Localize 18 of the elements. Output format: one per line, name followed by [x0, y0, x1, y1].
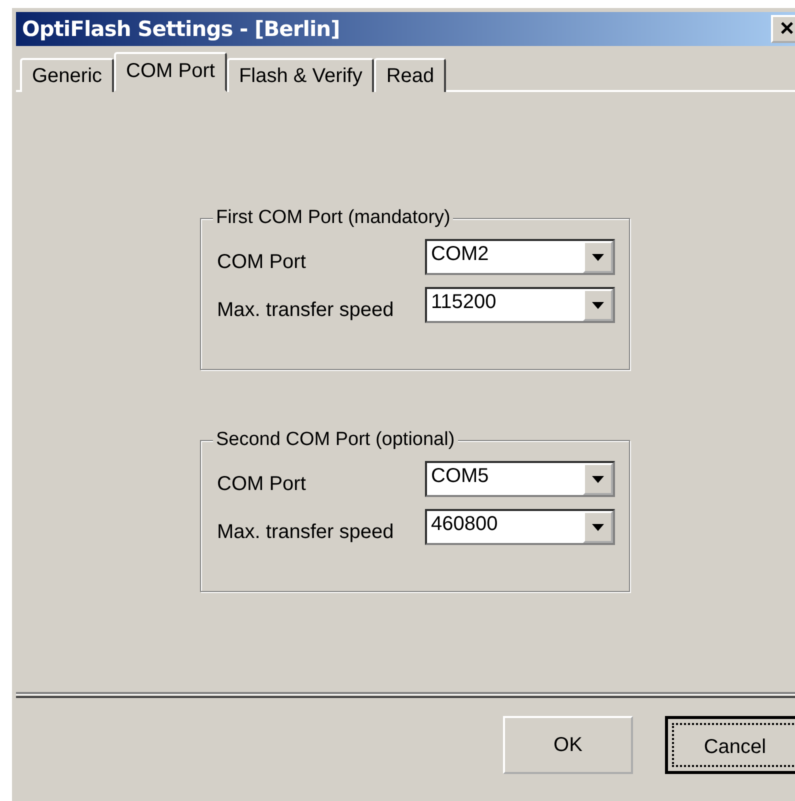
tab[interactable]: Flash & Verify	[226, 58, 374, 92]
dialog-button[interactable]: Cancel	[665, 716, 795, 774]
tab[interactable]: Generic	[20, 58, 114, 92]
group-title: Second COM Port (optional)	[213, 429, 458, 451]
window-title: OptiFlash Settings - [Berlin]	[22, 17, 340, 41]
field-label: Max. transfer speed	[217, 520, 394, 544]
tab[interactable]: COM Port	[114, 52, 227, 92]
group-title: First COM Port (mandatory)	[213, 207, 454, 229]
field-label: COM Port	[217, 250, 306, 274]
field-label: Max. transfer speed	[217, 298, 394, 322]
field-label: COM Port	[217, 472, 306, 496]
tab[interactable]: Read	[374, 58, 446, 92]
dropdown[interactable]: COM2	[425, 239, 615, 275]
close-button[interactable]: ×	[771, 15, 795, 43]
dropdown[interactable]: 115200	[425, 287, 615, 323]
dropdown[interactable]: COM5	[425, 461, 615, 497]
dialog-button[interactable]: OK	[503, 716, 633, 774]
dropdown[interactable]: 460800	[425, 509, 615, 545]
